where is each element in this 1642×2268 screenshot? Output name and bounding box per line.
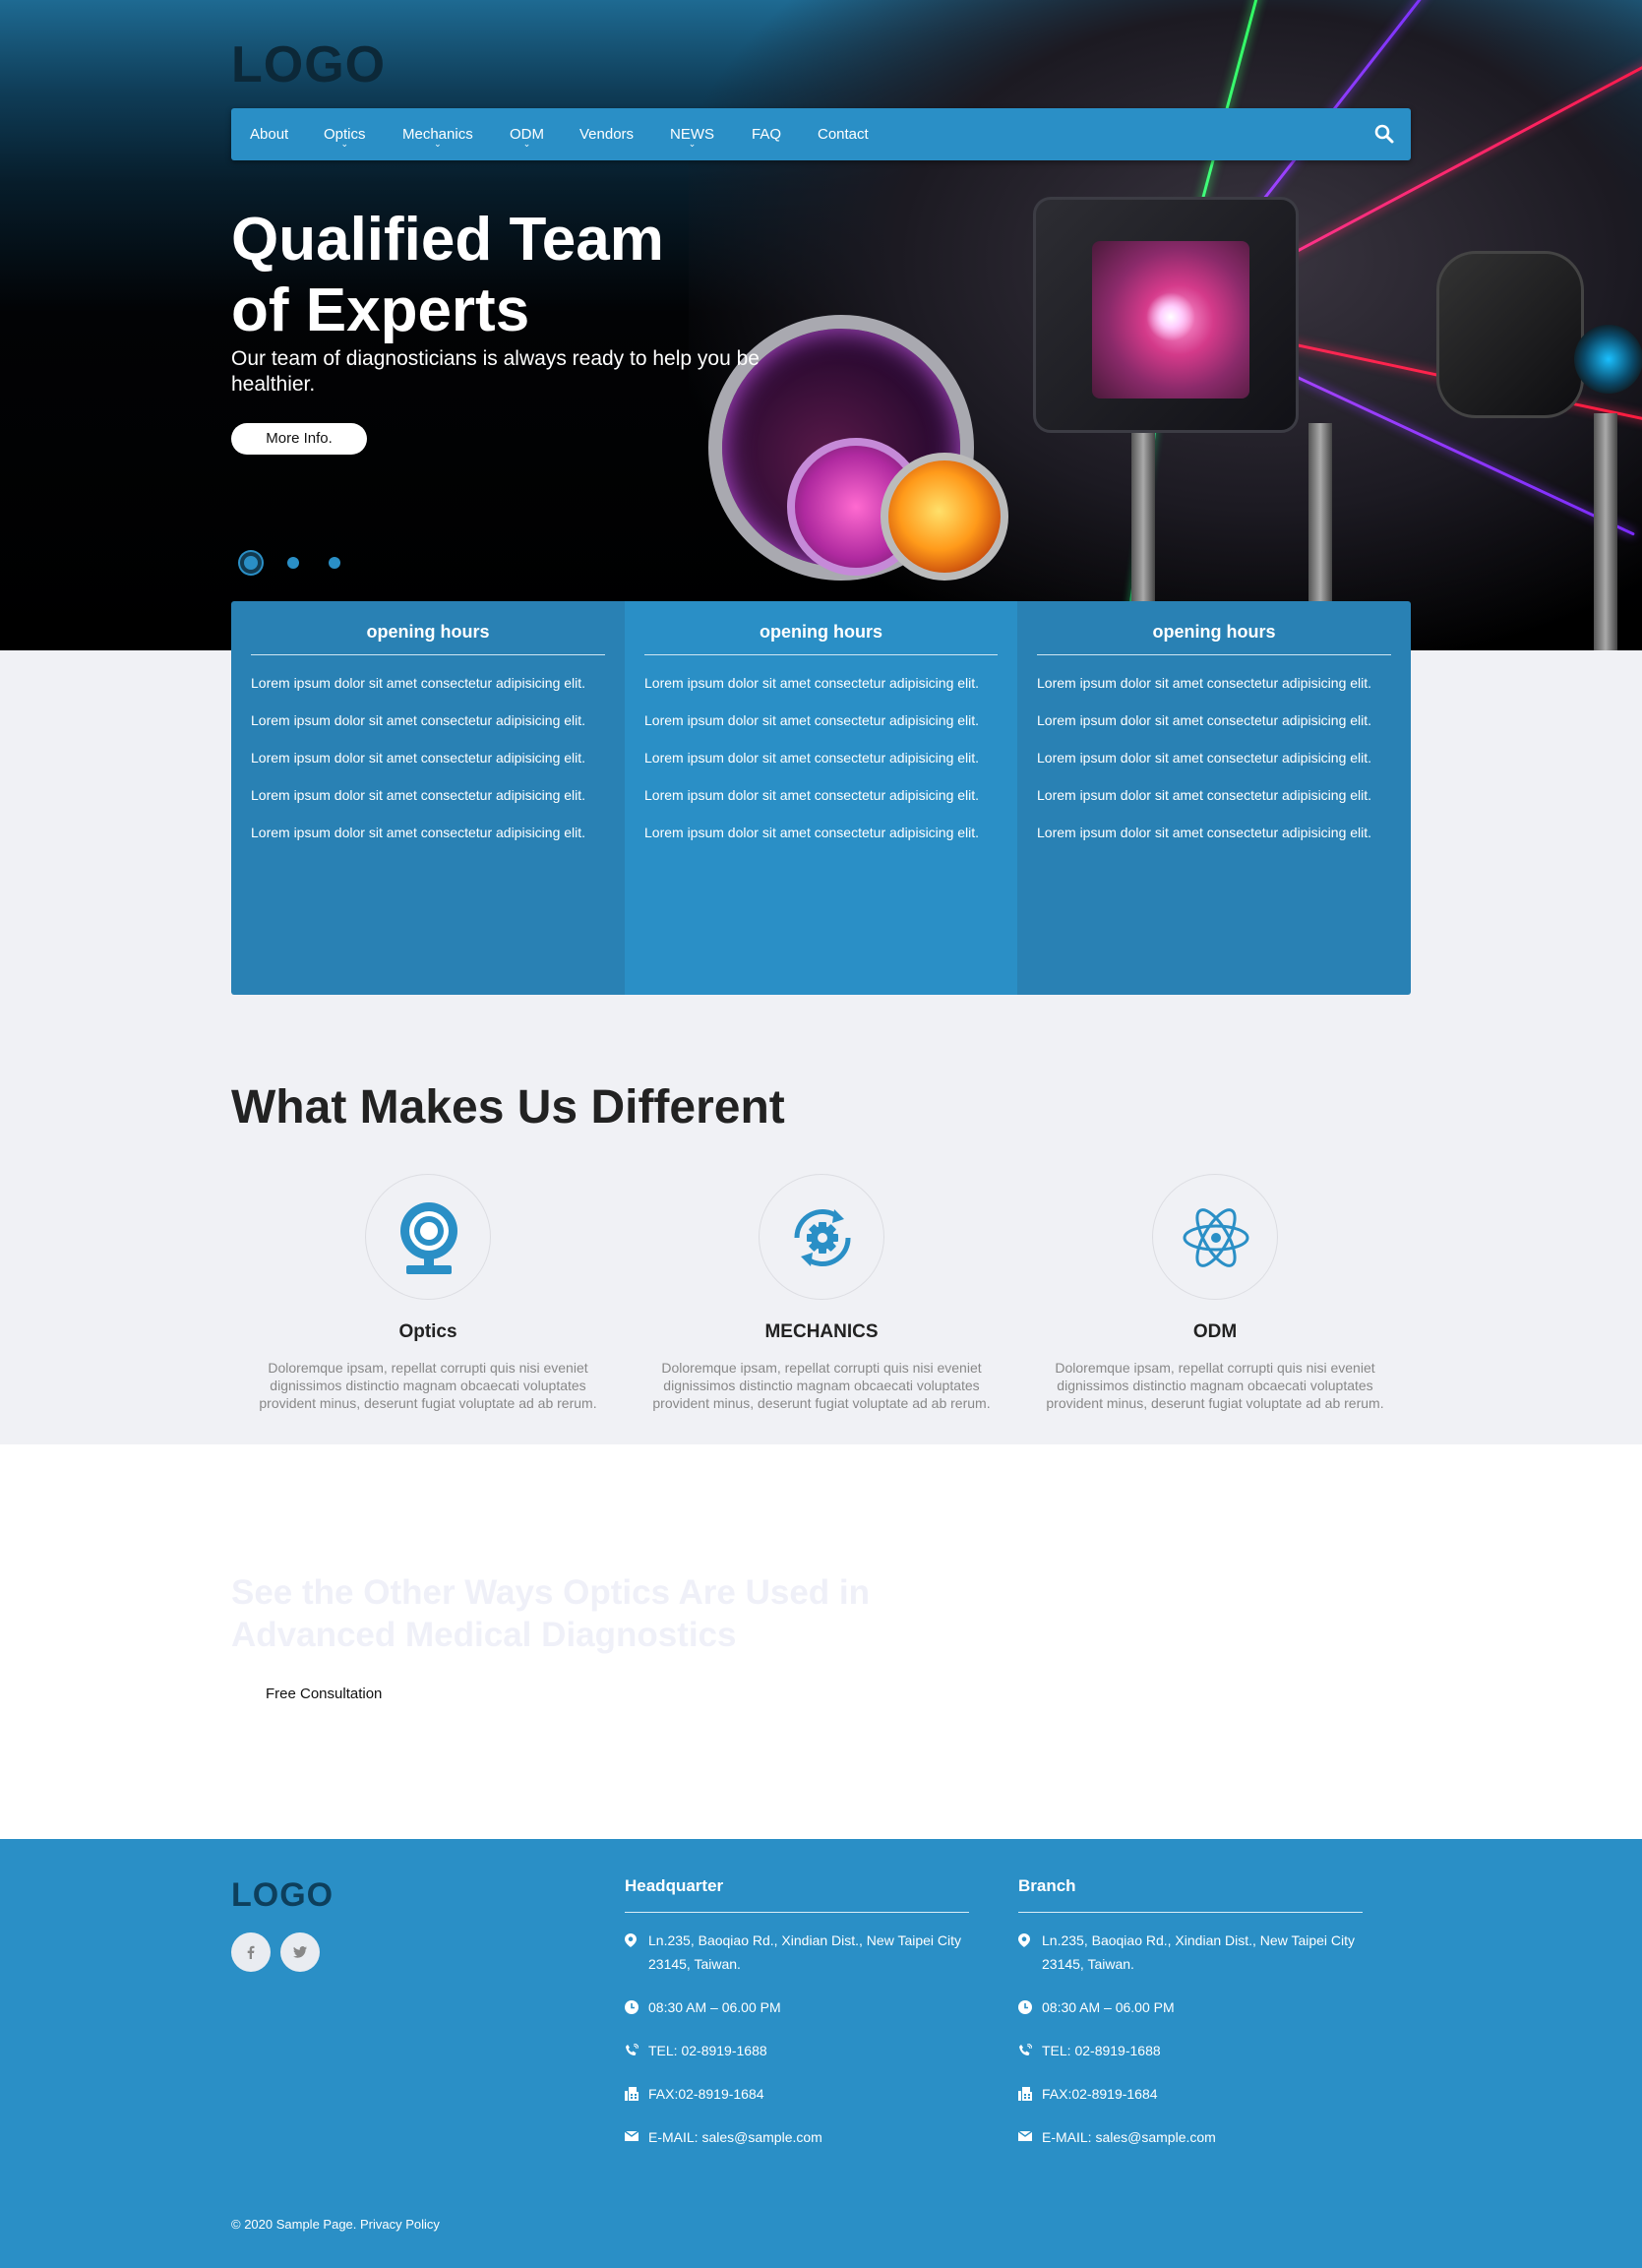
hours-line: Lorem ipsum dolor sit amet consectetur a… bbox=[1037, 675, 1372, 691]
hours-title: opening hours bbox=[1037, 601, 1391, 655]
footer-col-headquarter: Headquarter Ln.235, Baoqiao Rd., Xindian… bbox=[625, 1839, 969, 2149]
section-title: What Makes Us Different bbox=[231, 1081, 785, 1134]
phone-icon bbox=[1019, 2044, 1032, 2055]
hours-line: Lorem ipsum dolor sit amet consectetur a… bbox=[251, 825, 586, 840]
feature-icon-circle bbox=[759, 1174, 884, 1300]
twitter-icon[interactable] bbox=[280, 1932, 320, 1972]
hours-line: Lorem ipsum dolor sit amet consectetur a… bbox=[251, 787, 586, 803]
hours-line: Lorem ipsum dolor sit amet consectetur a… bbox=[1037, 750, 1372, 766]
slider-dot-2[interactable] bbox=[287, 557, 299, 569]
slider-dot-3[interactable] bbox=[329, 557, 340, 569]
tel-row: TEL: 02-8919-1688 bbox=[625, 2039, 969, 2062]
nav-item-mechanics[interactable]: Mechanics ⌄ bbox=[402, 108, 473, 160]
fax-row: FAX:02-8919-1684 bbox=[625, 2082, 969, 2106]
camera-lens bbox=[1574, 325, 1642, 394]
search-icon[interactable] bbox=[1373, 123, 1395, 145]
nav-item-about[interactable]: About bbox=[250, 108, 288, 160]
cta-title: See the Other Ways Optics Are Used in Ad… bbox=[231, 1573, 870, 1654]
feature-name: Optics bbox=[398, 1321, 457, 1342]
fax-row: FAX:02-8919-1684 bbox=[1018, 2082, 1363, 2106]
fax-icon bbox=[625, 2087, 639, 2101]
feature-description: Doloremque ipsam, repellat corrupti quis… bbox=[652, 1360, 991, 1411]
camera-body bbox=[1436, 251, 1584, 418]
nav-item-faq[interactable]: FAQ bbox=[752, 108, 781, 160]
hours-line: Lorem ipsum dolor sit amet consectetur a… bbox=[644, 825, 980, 840]
hours-line: Lorem ipsum dolor sit amet consectetur a… bbox=[251, 712, 586, 728]
hours-row: 08:30 AM – 06.00 PM bbox=[1018, 1995, 1363, 2019]
hours-title: opening hours bbox=[251, 601, 605, 655]
nav-item-vendors[interactable]: Vendors bbox=[579, 108, 634, 160]
slider-dot-1[interactable] bbox=[240, 552, 262, 574]
nav-item-contact[interactable]: Contact bbox=[818, 108, 869, 160]
main-nav: About Optics ⌄ Mechanics ⌄ ODM ⌄ Vendors NE… bbox=[231, 108, 1411, 160]
feature-name: ODM bbox=[1192, 1321, 1238, 1342]
webcam-icon bbox=[400, 1202, 457, 1274]
footer: LOGO Headquarter Ln.235, Baoqiao Rd., Xi… bbox=[0, 1839, 1642, 2268]
hours-line: Lorem ipsum dolor sit amet consectetur a… bbox=[251, 675, 586, 691]
hours-line: Lorem ipsum dolor sit amet consectetur a… bbox=[251, 750, 586, 766]
email-row: E-MAIL: sales@sample.com bbox=[1018, 2125, 1363, 2149]
nav-item-news[interactable]: NEWS ⌄ bbox=[670, 108, 714, 160]
nav-item-optics[interactable]: Optics ⌄ bbox=[324, 108, 366, 160]
feature-mechanics: MECHANICS Doloremque ipsam, repellat cor… bbox=[625, 1174, 1018, 1412]
chevron-down-icon: ⌄ bbox=[434, 139, 442, 149]
hours-line: Lorem ipsum dolor sit amet consectetur a… bbox=[1037, 787, 1372, 803]
hero-title: Qualified Team of Experts bbox=[231, 206, 664, 344]
phone-icon bbox=[626, 2044, 639, 2055]
gear-refresh-icon bbox=[794, 1208, 851, 1267]
address-row: Ln.235, Baoqiao Rd., Xindian Dist., New … bbox=[625, 1929, 969, 1976]
chevron-down-icon: ⌄ bbox=[688, 139, 697, 149]
feature-icon-circle bbox=[1152, 1174, 1278, 1300]
clock-icon bbox=[625, 2000, 639, 2014]
nav-item-odm[interactable]: ODM ⌄ bbox=[510, 108, 544, 160]
feature-description: Doloremque ipsam, repellat corrupti quis… bbox=[259, 1360, 597, 1411]
footer-col-title: Headquarter bbox=[625, 1876, 969, 1913]
hours-column: opening hours Lorem ipsum dolor sit amet… bbox=[231, 601, 625, 995]
hours-line: Lorem ipsum dolor sit amet consectetur a… bbox=[1037, 825, 1372, 840]
atom-icon bbox=[1183, 1208, 1249, 1267]
chevron-down-icon: ⌄ bbox=[340, 139, 349, 149]
address-row: Ln.235, Baoqiao Rd., Xindian Dist., New … bbox=[1018, 1929, 1363, 1976]
free-consultation-button[interactable]: Free Consultation bbox=[266, 1686, 382, 1702]
facebook-icon[interactable] bbox=[231, 1932, 271, 1972]
map-pin-icon bbox=[1018, 1933, 1030, 1947]
clock-icon bbox=[1018, 2000, 1032, 2014]
light-flare bbox=[1146, 292, 1195, 341]
hours-line: Lorem ipsum dolor sit amet consectetur a… bbox=[1037, 712, 1372, 728]
mount-post bbox=[1594, 413, 1617, 650]
copyright: © 2020 Sample Page. Privacy Policy bbox=[231, 2217, 440, 2232]
feature-description: Doloremque ipsam, repellat corrupti quis… bbox=[1046, 1360, 1384, 1411]
hours-row: 08:30 AM – 06.00 PM bbox=[625, 1995, 969, 2019]
hours-column: opening hours Lorem ipsum dolor sit amet… bbox=[625, 601, 1017, 995]
email-row: E-MAIL: sales@sample.com bbox=[625, 2125, 969, 2149]
footer-col-branch: Branch Ln.235, Baoqiao Rd., Xindian Dist… bbox=[1018, 1839, 1363, 2149]
hero-subtitle: Our team of diagnosticians is always rea… bbox=[231, 347, 760, 396]
feature-name: MECHANICS bbox=[764, 1321, 879, 1342]
opening-hours-panel: opening hours Lorem ipsum dolor sit amet… bbox=[231, 601, 1411, 995]
envelope-icon bbox=[625, 2130, 639, 2141]
feature-odm: ODM Doloremque ipsam, repellat corrupti … bbox=[1018, 1174, 1412, 1412]
hours-line: Lorem ipsum dolor sit amet consectetur a… bbox=[644, 750, 980, 766]
tel-row: TEL: 02-8919-1688 bbox=[1018, 2039, 1363, 2062]
hours-column: opening hours Lorem ipsum dolor sit amet… bbox=[1017, 601, 1411, 995]
hours-line: Lorem ipsum dolor sit amet consectetur a… bbox=[644, 787, 980, 803]
footer-logo[interactable]: LOGO bbox=[231, 1876, 334, 1915]
fax-icon bbox=[1018, 2087, 1032, 2101]
lens-orange bbox=[881, 453, 1008, 581]
more-info-button[interactable]: More Info. bbox=[231, 423, 367, 455]
footer-col-title: Branch bbox=[1018, 1876, 1363, 1913]
envelope-icon bbox=[1018, 2130, 1032, 2141]
chevron-down-icon: ⌄ bbox=[522, 139, 531, 149]
feature-icon-circle bbox=[365, 1174, 491, 1300]
map-pin-icon bbox=[625, 1933, 637, 1947]
hours-title: opening hours bbox=[644, 601, 998, 655]
feature-optics: Optics Doloremque ipsam, repellat corrup… bbox=[231, 1174, 625, 1412]
hours-line: Lorem ipsum dolor sit amet consectetur a… bbox=[644, 712, 980, 728]
header-logo[interactable]: LOGO bbox=[231, 35, 386, 94]
hours-line: Lorem ipsum dolor sit amet consectetur a… bbox=[644, 675, 980, 691]
